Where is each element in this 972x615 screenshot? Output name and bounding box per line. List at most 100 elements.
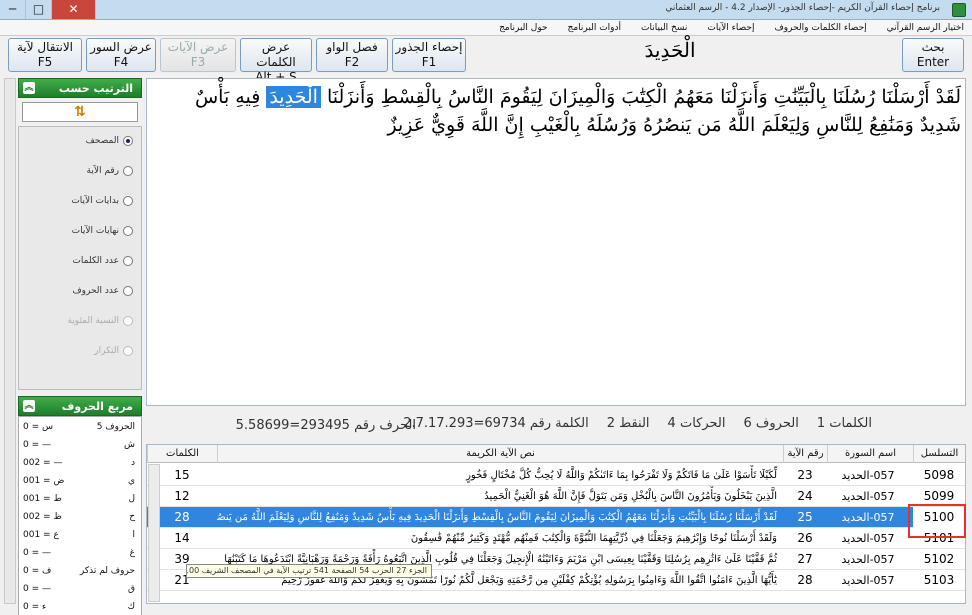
sort-option-letter-count[interactable]: عدد الحروف (19, 283, 133, 299)
letter-row: ي 001 = ض (19, 473, 141, 491)
radio-icon[interactable] (123, 256, 133, 266)
letter-count: 0 = — (23, 584, 51, 594)
letter-count: 0 = — (23, 548, 51, 558)
window-title: برنامج إحصاء القرآن الكريم -إحصاء الجذور… (665, 3, 940, 13)
menu-quran-script[interactable]: اختيار الرسم القرآني (887, 23, 964, 33)
menu-words-letters[interactable]: إحصاء الكلمات والحروف (774, 23, 866, 33)
letter-count: 001 = ض (23, 476, 65, 486)
table-row[interactable]: 5101 057-الحديد 26 وَلَقَدْ أَرْسَلْنَا … (147, 528, 965, 549)
sort-option-label: المصحف (85, 136, 119, 146)
goto-ayah-shortcut: F5 (37, 55, 53, 69)
cell-ayah-number: 24 (797, 489, 813, 503)
sort-option-ayah-number[interactable]: رقم الآية (19, 163, 133, 179)
maximize-button[interactable]: □ (26, 0, 52, 19)
table-row[interactable]: 5099 057-الحديد 24 الَّذِينَ يَبْخَلُونَ… (147, 486, 965, 507)
table-row[interactable]: 5098 057-الحديد 23 لِّكَيْلَا تَأْسَوْا … (147, 465, 965, 486)
letter-count: 0 = ف (23, 566, 52, 576)
menu-tools[interactable]: أدوات البرنامج (568, 23, 622, 33)
minimize-button[interactable]: ─ (0, 0, 26, 19)
app-icon (952, 3, 966, 17)
menu-ayat-stats[interactable]: إحصاء الآيات (707, 23, 754, 33)
letter-name: ا (132, 530, 135, 540)
cell-sura: 057-الحديد (841, 511, 895, 524)
letter-row: غ 0 = — (19, 545, 141, 563)
cell-seq: 5103 (923, 573, 955, 587)
sort-section-header[interactable]: ︽ الترتيب حسب (18, 78, 142, 98)
cell-ayah-number: 23 (797, 468, 813, 482)
header-ayah-number[interactable]: رقم الآية (783, 445, 827, 463)
letter-count: 002 = — (23, 458, 63, 468)
sort-option-mushaf[interactable]: المصحف (19, 133, 133, 149)
letter-name: ح (129, 512, 135, 522)
search-button[interactable]: بحث Enter (902, 38, 964, 72)
sort-option-percentage[interactable]: النسبة المئوية (19, 313, 133, 329)
stat-words: الكلمات 1 (816, 416, 872, 431)
menu-bar: اختيار الرسم القرآني إحصاء الكلمات والحر… (0, 20, 972, 36)
show-words-button[interactable]: عرض الكلمات Alt + S (240, 38, 312, 84)
sort-direction-toggle[interactable]: ⇅ (22, 102, 138, 122)
close-button[interactable]: ✕ (52, 0, 96, 19)
separate-waw-shortcut: F2 (344, 55, 360, 69)
cell-sura: 057-الحديد (841, 469, 895, 482)
letters-grid: الحروف 5 0 = س ش 0 = — د 002 = — ي 001 = ض ل… (18, 416, 142, 615)
sort-option-ayah-endings[interactable]: نهايات الآيات (19, 223, 133, 239)
radio-icon[interactable] (123, 346, 133, 356)
menu-about[interactable]: حول البرنامج (499, 23, 547, 33)
letter-name: ق (128, 584, 135, 594)
header-ayah-text[interactable]: نص الآية الكريمة (217, 445, 783, 463)
cell-ayah-text: وَلَقَدْ أَرْسَلْنَا نُوحًا وَإِبْرَٰهِي… (410, 533, 777, 544)
letter-name: ي (127, 476, 135, 486)
radio-icon[interactable] (123, 226, 133, 236)
letter-name: ل (128, 494, 135, 504)
letter-name: ك (127, 602, 135, 612)
cell-sura: 057-الحديد (841, 532, 895, 545)
sort-option-frequency[interactable]: التكرار (19, 343, 133, 359)
letter-name: د (130, 458, 135, 468)
roots-stats-shortcut: F1 (421, 55, 437, 69)
letter-name: حروف لم تذكر (79, 566, 135, 576)
show-ayat-button[interactable]: عرض الآيات F3 (160, 38, 236, 72)
letter-count: 002 = ظ (23, 512, 62, 522)
roots-stats-label: إحصاء الجذور (395, 40, 463, 54)
show-ayat-shortcut: F3 (190, 55, 206, 69)
header-words[interactable]: الكلمات (147, 445, 217, 463)
table-header: التسلسل اسم السورة رقم الآية نص الآية ال… (147, 445, 965, 463)
letter-count: 0 = — (23, 440, 51, 450)
roots-stats-button[interactable]: إحصاء الجذور F1 (392, 38, 466, 72)
show-ayat-label: عرض الآيات (167, 40, 229, 54)
show-suwar-button[interactable]: عرض السور F4 (86, 38, 156, 72)
sort-option-ayah-beginnings[interactable]: بدايات الآيات (19, 193, 133, 209)
radio-icon[interactable] (123, 196, 133, 206)
separate-waw-button[interactable]: فصل الواو F2 (316, 38, 388, 72)
radio-icon[interactable] (123, 316, 133, 326)
cell-ayah-number: 25 (797, 510, 813, 524)
highlighted-word[interactable]: الْحَدِيدَ (266, 86, 321, 108)
collapse-chevron-icon[interactable]: ︽ (23, 82, 35, 94)
menu-copy-data[interactable]: نسخ البيانات (641, 23, 687, 33)
separate-waw-label: فصل الواو (326, 40, 378, 54)
letter-name: الحروف 5 (96, 422, 135, 432)
left-scrollbar[interactable] (4, 78, 16, 604)
stat-word-number: الكلمة رقم 69734=2.7.17.293 (403, 416, 589, 431)
letter-count: 001 = ع (23, 530, 59, 540)
radio-icon[interactable] (123, 286, 133, 296)
selection-highlight-box (908, 504, 966, 538)
collapse-chevron-icon[interactable]: ︽ (23, 400, 35, 412)
sort-option-label: رقم الآية (86, 166, 119, 176)
letters-section-header[interactable]: ︽ مربع الحروف (18, 396, 142, 416)
letter-count: 0 = ء (23, 602, 47, 612)
stat-dots: النقط 2 (606, 416, 650, 431)
table-row-selected[interactable]: 5100 057-الحديد 25 لَقَدْ أَرْسَلْنَا رُ… (147, 507, 965, 528)
cell-ayah-text: الَّذِينَ يَبْخَلُونَ وَيَأْمُرُونَ النَ… (484, 491, 777, 502)
sort-section-title: الترتيب حسب (58, 81, 133, 95)
header-sura[interactable]: اسم السورة (827, 445, 913, 463)
goto-ayah-button[interactable]: الانتقال لآية F5 (8, 38, 82, 72)
table-scrollbar[interactable] (148, 464, 160, 602)
header-seq[interactable]: التسلسل (913, 445, 965, 463)
stat-letters: الحروف 6 (743, 416, 799, 431)
sort-option-label: عدد الحروف (72, 286, 119, 296)
radio-icon[interactable] (123, 136, 133, 146)
radio-icon[interactable] (123, 166, 133, 176)
cell-seq: 5098 (923, 468, 955, 482)
sort-option-word-count[interactable]: عدد الكلمات (19, 253, 133, 269)
